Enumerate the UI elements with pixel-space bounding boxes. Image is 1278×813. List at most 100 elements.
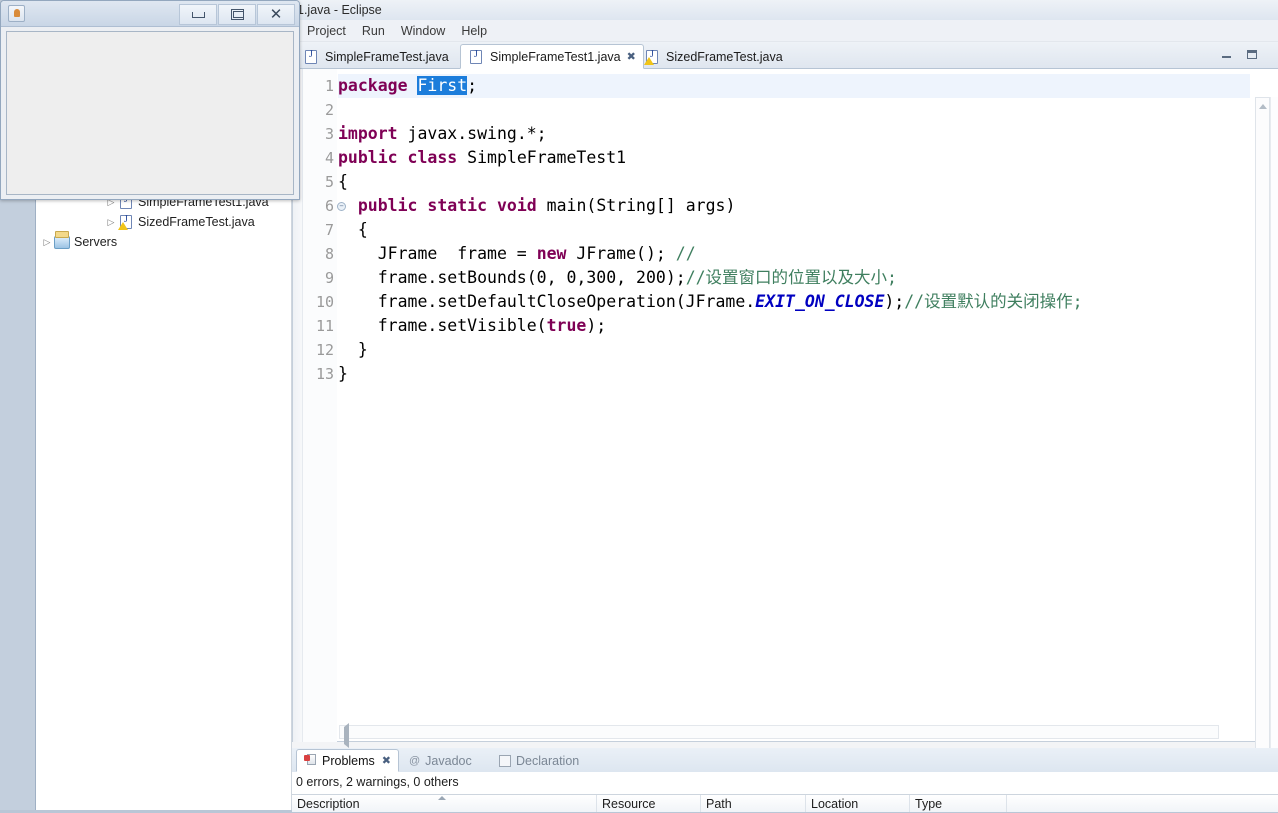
problems-view: Problems ✖ @ Javadoc Declaration 0 errors, 2…: [292, 748, 1278, 812]
problems-tab-javadoc[interactable]: @ Javadoc: [402, 749, 479, 772]
problems-tab-label: Javadoc: [425, 753, 472, 768]
source-code-text[interactable]: package First; import javax.swing.*; publ…: [338, 69, 1250, 742]
code-line[interactable]: package First;: [338, 74, 1250, 98]
scroll-up-arrow[interactable]: [1256, 99, 1269, 113]
code-editor[interactable]: 1 2 3 4 5 6−7 8 9 10 11 12 13 package First; import…: [292, 69, 1278, 769]
editor-horizontal-scrollbar[interactable]: [339, 723, 1219, 748]
code-token: );: [884, 292, 905, 311]
code-line[interactable]: public static void main(String[] args): [338, 194, 1250, 218]
chevron-up-icon: [1258, 103, 1267, 109]
code-line[interactable]: {: [338, 218, 1250, 242]
line-number: 12: [315, 341, 334, 359]
problems-column-location[interactable]: Location: [806, 795, 910, 812]
jframe-close-button[interactable]: ✕: [257, 4, 295, 25]
tree-item-Servers[interactable]: ▷ Servers: [36, 232, 291, 252]
code-token: javax.swing.*;: [397, 124, 547, 143]
warning-badge-icon: [644, 56, 654, 65]
problems-summary-label: 0 errors, 2 warnings, 0 others: [296, 775, 459, 789]
code-token: public: [357, 196, 418, 215]
minimize-icon: [1222, 56, 1231, 58]
code-line[interactable]: frame.setDefaultCloseOperation(JFrame.EX…: [338, 290, 1250, 314]
problems-tab-label: Declaration: [516, 753, 580, 768]
problems-column-resource[interactable]: Resource: [597, 795, 701, 812]
problems-tab-problems[interactable]: Problems ✖: [296, 749, 400, 772]
code-line[interactable]: frame.setBounds(0, 0,300, 200);//设置窗口的位置…: [338, 266, 1250, 290]
code-token: }: [338, 364, 348, 383]
problems-column-description[interactable]: Description: [292, 795, 597, 812]
tree-expand-arrow-icon[interactable]: ▷: [104, 217, 118, 228]
jframe-maximize-button[interactable]: [218, 4, 256, 25]
code-token: package: [338, 76, 408, 95]
editor-tab-label: SimpleFrameTest1.java: [490, 49, 621, 64]
code-token: frame.setBounds(0, 0,300, 200);: [338, 268, 686, 287]
window-title: 1.java - Eclipse: [297, 3, 382, 17]
editor-area: SimpleFrameTest.java SimpleFrameTest1.jav…: [292, 42, 1278, 769]
eclipse-menu-bar[interactable]: Project Run Window Help: [291, 20, 1278, 42]
editor-tab-bar[interactable]: SimpleFrameTest.java SimpleFrameTest1.jav…: [292, 42, 1278, 69]
code-token: {: [338, 220, 368, 239]
tree-item-SizedFrameTest-java[interactable]: ▷ SizedFrameTest.java: [36, 212, 291, 232]
line-number: 13: [315, 365, 334, 383]
code-token: JFrame frame =: [338, 244, 537, 263]
menu-project[interactable]: Project: [299, 23, 354, 39]
editor-tab-SimpleFrameTest-java[interactable]: SimpleFrameTest.java: [296, 44, 456, 69]
code-token: frame.setVisible(: [338, 316, 547, 335]
eclipse-title-bar: 1.java - Eclipse: [291, 0, 1278, 20]
code-token: public: [338, 148, 398, 167]
code-token: );: [586, 316, 607, 335]
warning-badge-icon: [118, 222, 128, 230]
java-file-warning-icon: [644, 49, 659, 65]
code-line[interactable]: frame.setVisible(true);: [338, 314, 1250, 338]
scroll-left-arrow[interactable]: [341, 723, 353, 748]
editor-tab-SimpleFrameTest1-java[interactable]: SimpleFrameTest1.java ✖: [460, 44, 644, 69]
code-line[interactable]: import javax.swing.*;: [338, 122, 1250, 146]
problems-column-path[interactable]: Path: [701, 795, 806, 812]
declaration-icon: [499, 754, 511, 767]
jframe-minimize-button[interactable]: [179, 4, 217, 25]
code-token: true: [546, 316, 587, 335]
tree-expand-arrow-icon[interactable]: ▷: [40, 237, 54, 248]
code-token: import: [338, 124, 398, 143]
maximize-icon: [230, 9, 244, 20]
tab-close-icon[interactable]: ✖: [382, 754, 391, 767]
problems-tab-declaration[interactable]: Declaration: [492, 749, 586, 772]
overview-ruler[interactable]: [1270, 97, 1278, 769]
java-coffee-cup-icon: [8, 5, 25, 22]
editor-minimize-button[interactable]: [1217, 46, 1236, 63]
problems-tab-bar[interactable]: Problems ✖ @ Javadoc Declaration: [292, 748, 1278, 772]
sort-ascending-icon: [438, 796, 446, 800]
menu-window[interactable]: Window: [393, 23, 453, 39]
jframe-title-bar[interactable]: ✕: [1, 1, 299, 27]
code-line[interactable]: public class SimpleFrameTest1: [338, 146, 1250, 170]
code-token: }: [338, 340, 368, 359]
maximize-icon: [1246, 50, 1257, 59]
package-explorer-tree[interactable]: ▷SimpleFrameTest1.java▷SizedFrameTest.ja…: [36, 192, 291, 252]
tab-close-icon[interactable]: ✖: [627, 50, 636, 63]
menu-run[interactable]: Run: [354, 23, 393, 39]
editor-tab-SizedFrameTest-java[interactable]: SizedFrameTest.java: [637, 44, 790, 69]
editor-vertical-scrollbar[interactable]: [1255, 97, 1270, 769]
line-number-gutter: 1 2 3 4 5 6−7 8 9 10 11 12 13: [303, 69, 346, 742]
code-line[interactable]: JFrame frame = new JFrame(); //: [338, 242, 1250, 266]
code-line[interactable]: {: [338, 170, 1250, 194]
problems-column-type[interactable]: Type: [910, 795, 1007, 812]
line-number: 4: [324, 149, 334, 167]
tree-item-label: Servers: [74, 235, 118, 249]
code-token: new: [536, 244, 567, 263]
code-line[interactable]: }: [338, 338, 1250, 362]
java-jframe-window[interactable]: ✕: [0, 0, 300, 200]
problems-icon: [304, 754, 317, 767]
code-line[interactable]: }: [338, 362, 1250, 386]
editor-maximize-button[interactable]: [1242, 46, 1261, 63]
editor-tab-label: SizedFrameTest.java: [666, 49, 783, 64]
line-number: 11: [315, 317, 334, 335]
menu-help[interactable]: Help: [453, 23, 495, 39]
code-line[interactable]: [338, 98, 1250, 122]
line-number: 1: [324, 77, 334, 95]
problems-table-header[interactable]: Description Resource Path Location Type: [292, 794, 1278, 812]
line-number: 9: [324, 269, 334, 287]
